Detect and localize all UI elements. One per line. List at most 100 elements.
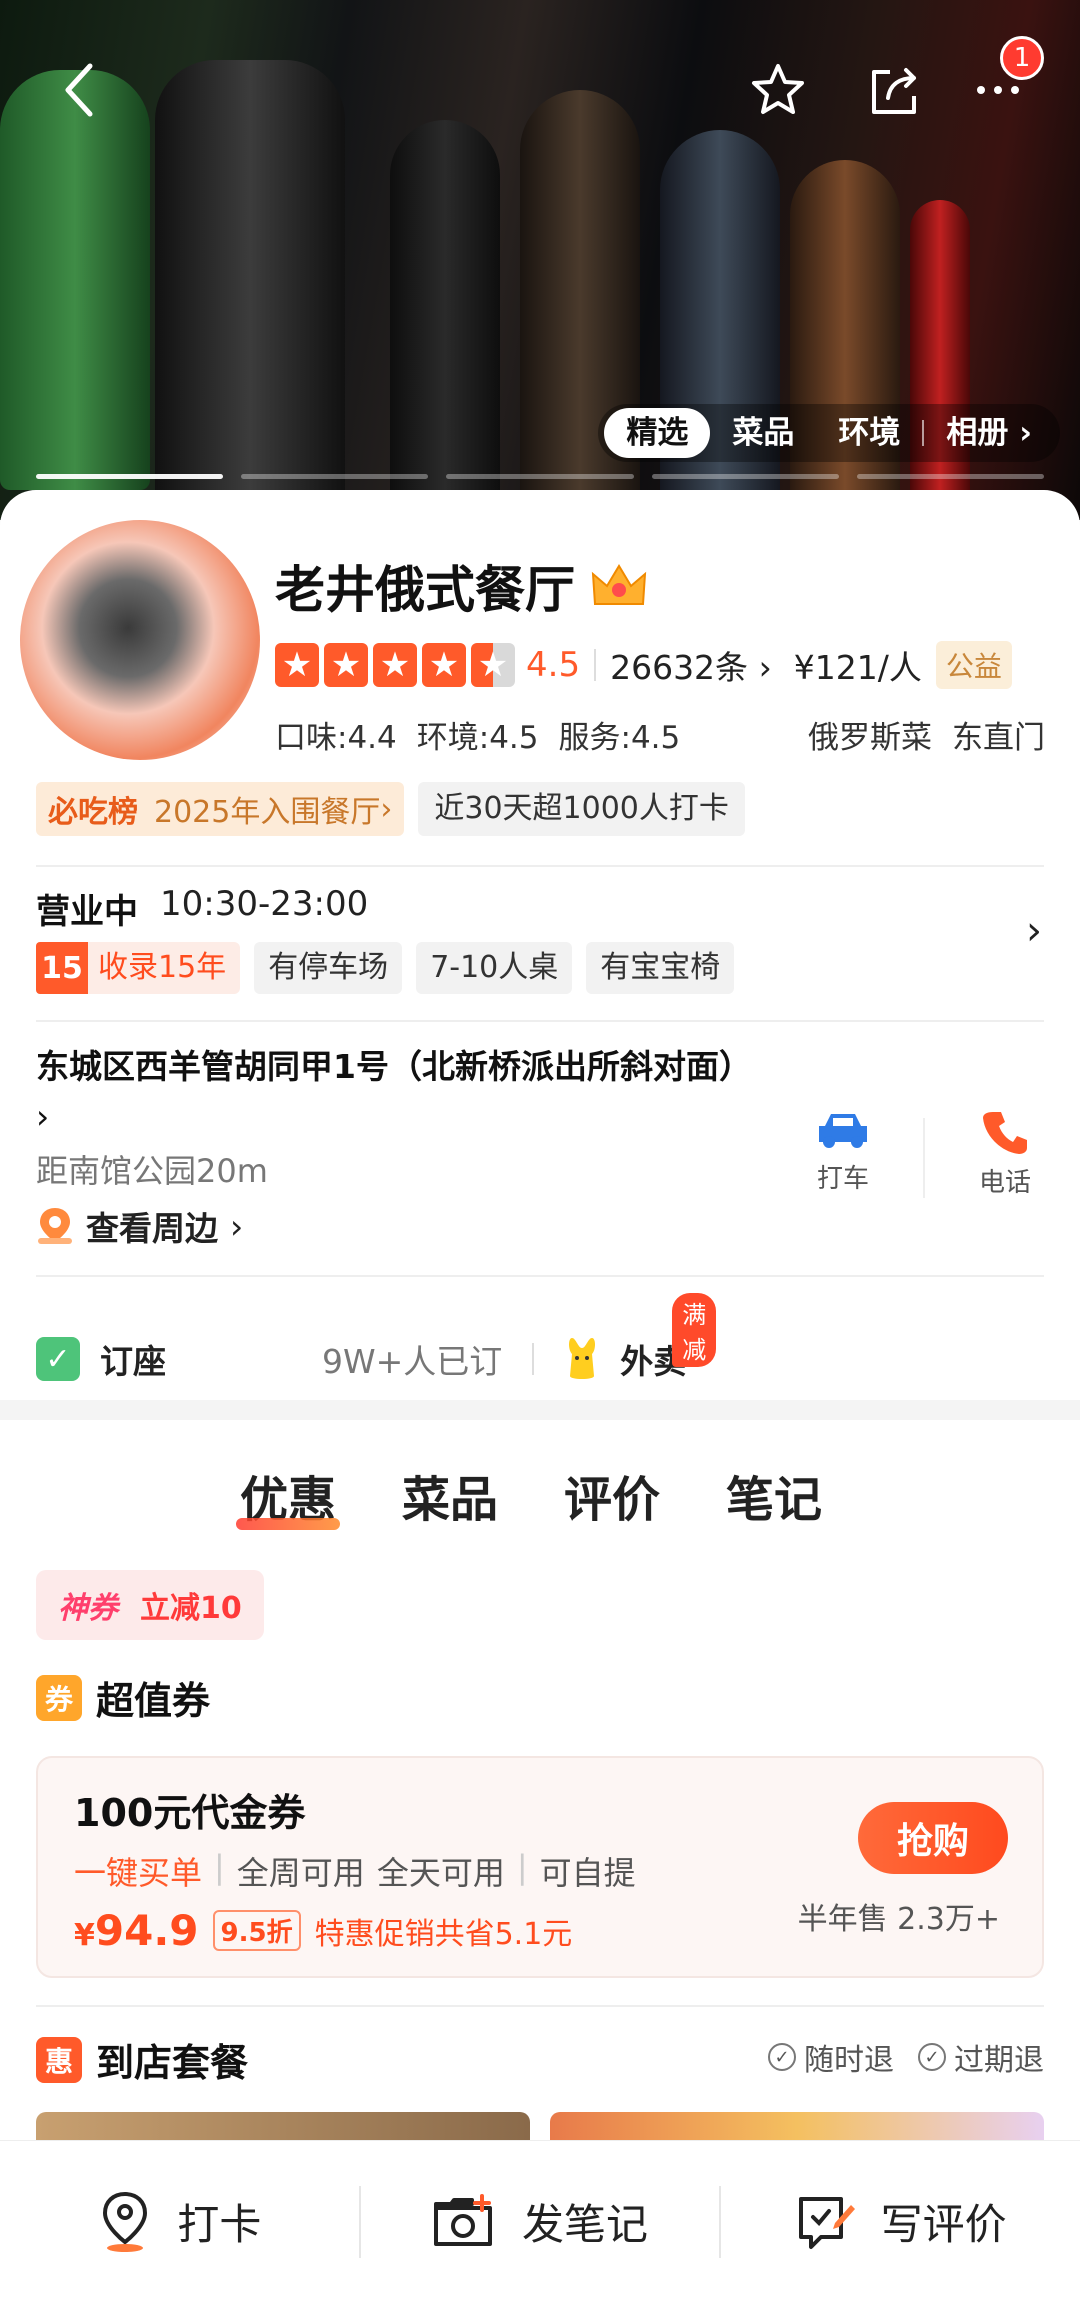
- share-button[interactable]: [854, 50, 934, 130]
- distance-text: 距南馆公园20m: [36, 1152, 268, 1190]
- phone-button[interactable]: 电话: [945, 1108, 1065, 1199]
- tab-album-label: 相册: [946, 415, 1009, 451]
- voucher-price: ¥94.9: [74, 1906, 199, 1955]
- notification-badge: 1: [1000, 36, 1044, 80]
- feature-parking: 有停车场: [254, 942, 403, 994]
- sold-count: 半年售 2.3万+: [797, 1902, 1000, 1937]
- buy-button[interactable]: 抢购: [858, 1802, 1008, 1874]
- discount-badge: 9.5折: [212, 1910, 301, 1951]
- checkin-button[interactable]: 打卡: [0, 2190, 359, 2254]
- post-note-button[interactable]: 发笔记: [361, 2191, 720, 2252]
- voucher-section-label: 超值券: [96, 1679, 211, 1723]
- rating-row: ★ ★ ★ ★ ★ 4.5 26632条 › ¥121/人 公益: [275, 640, 1012, 690]
- more-icon: [977, 86, 1019, 94]
- refund-anytime: ✓ 随时退: [768, 2035, 894, 2079]
- check-circle-icon: ✓: [918, 2043, 946, 2071]
- progress-segment: [446, 474, 634, 479]
- package-icon: 惠: [36, 2036, 82, 2083]
- star-icon: ★: [324, 643, 368, 687]
- nearby-link[interactable]: 查看周边 ›: [36, 1202, 243, 1250]
- refund-policy: ✓ 随时退 ✓ 过期退: [768, 2035, 1044, 2079]
- rating-value: 4.5: [526, 645, 581, 685]
- divider: [36, 1275, 1044, 1277]
- divider: [36, 2005, 1044, 2007]
- discount-badge: 满减: [672, 1293, 717, 1367]
- voucher-tag: 一键买单: [74, 1854, 203, 1892]
- cuisine-label[interactable]: 俄罗斯菜: [808, 712, 932, 757]
- voucher-tag: 可自提: [539, 1854, 636, 1892]
- tab-featured[interactable]: 精选: [604, 408, 711, 458]
- kangaroo-icon: [569, 1338, 596, 1379]
- write-review-button[interactable]: 写评价: [721, 2191, 1080, 2252]
- progress-segment: [651, 474, 839, 479]
- shop-name-row: 老井俄式餐厅: [275, 550, 649, 622]
- super-coupon-button[interactable]: 神券 立减10: [36, 1570, 264, 1640]
- check-icon: ✓: [36, 1337, 80, 1381]
- package-thumbnail[interactable]: [550, 2112, 1044, 2142]
- star-icon: ★: [422, 643, 466, 687]
- currency-symbol: ¥: [74, 1918, 95, 1953]
- package-section-title: 惠 到店套餐: [36, 2032, 248, 2087]
- carousel-progress: [36, 474, 1045, 479]
- taxi-button[interactable]: 打车: [783, 1108, 903, 1195]
- saving-text: 特惠促销共省5.1元: [314, 1916, 573, 1952]
- post-note-label: 发笔记: [522, 2200, 649, 2249]
- area-label[interactable]: 东直门: [952, 712, 1045, 757]
- refund-anytime-label: 随时退: [804, 2043, 894, 2078]
- tab-environment[interactable]: 环境: [816, 408, 922, 458]
- booking-label: 订座: [100, 1342, 166, 1381]
- favorite-button[interactable]: [738, 50, 818, 130]
- more-button[interactable]: 1: [958, 36, 1044, 130]
- tab-menu[interactable]: 菜品: [402, 1460, 498, 1530]
- tab-dishes[interactable]: 菜品: [710, 408, 816, 458]
- shop-logo[interactable]: [20, 520, 260, 760]
- divider: [532, 1343, 535, 1375]
- review-count-link[interactable]: 26632条 ›: [610, 641, 772, 689]
- feature-table: 7-10人桌: [416, 942, 573, 994]
- hero-photo[interactable]: 1 精选 菜品 环境 相册 ›: [0, 0, 1080, 520]
- edit-review-icon: [798, 2196, 855, 2249]
- address-link[interactable]: 东城区西羊管胡同甲1号（北新桥派出所斜对面） ›: [36, 1042, 756, 1142]
- hours-text: 10:30-23:00: [160, 884, 369, 924]
- feature-baby-chair: 有宝宝椅: [586, 942, 735, 994]
- charity-badge: 公益: [935, 641, 1012, 689]
- service-score: 服务:4.5: [558, 720, 681, 756]
- half-star-icon: ★: [471, 643, 515, 687]
- car-icon: [819, 1114, 867, 1148]
- voucher-card[interactable]: 100元代金券 一键买单 | 全周可用 全天可用 | 可自提 ¥94.9 9.5…: [36, 1756, 1044, 1978]
- opening-hours[interactable]: 营业中 10:30-23:00: [36, 884, 368, 933]
- chevron-right-icon[interactable]: ›: [1026, 908, 1042, 954]
- open-status: 营业中: [36, 892, 138, 932]
- package-thumbnail[interactable]: [36, 2112, 530, 2142]
- booking-button[interactable]: ✓ 订座: [36, 1335, 166, 1383]
- back-button[interactable]: [40, 50, 120, 130]
- hero-photo-tabs: 精选 菜品 环境 相册 ›: [598, 404, 1060, 462]
- content-tabs: 优惠 菜品 评价 笔记: [235, 1460, 822, 1530]
- tab-notes[interactable]: 笔记: [726, 1460, 822, 1530]
- check-circle-icon: ✓: [768, 2043, 796, 2071]
- phone-icon: [983, 1112, 1027, 1154]
- price-per-person: ¥121/人: [793, 648, 922, 687]
- tab-album[interactable]: 相册 ›: [924, 408, 1054, 458]
- map-pin-icon: [103, 2191, 148, 2252]
- divider: [36, 865, 1044, 867]
- bottle-image: [155, 60, 345, 500]
- taxi-label: 打车: [816, 1164, 869, 1194]
- years-badge: 15: [36, 942, 88, 994]
- divider: [594, 649, 597, 681]
- honor-tags: 必吃榜 2025年入围餐厅 › 近30天超1000人打卡: [36, 782, 745, 836]
- chevron-right-icon: ›: [758, 648, 772, 687]
- tab-reviews[interactable]: 评价: [564, 1460, 660, 1530]
- voucher-tag: 全天可用: [376, 1854, 505, 1892]
- super-coupon-value: 立减10: [140, 1591, 242, 1626]
- voucher-tags: 一键买单 | 全周可用 全天可用 | 可自提: [74, 1848, 636, 1894]
- bichi-logo: 必吃榜: [48, 795, 138, 830]
- divider: [36, 1020, 1044, 1022]
- star-icon: ★: [373, 643, 417, 687]
- location-pin-icon: [38, 1208, 72, 1244]
- takeout-button[interactable]: 外卖 满减: [564, 1293, 717, 1383]
- tab-deals[interactable]: 优惠: [235, 1460, 341, 1530]
- bichi-tag[interactable]: 必吃榜 2025年入围餐厅 ›: [36, 782, 405, 836]
- bottle-image: [0, 70, 150, 490]
- shop-info-card: 老井俄式餐厅 ★ ★ ★ ★ ★ 4.5 26632条 › ¥121/人 公益 …: [0, 490, 1080, 1400]
